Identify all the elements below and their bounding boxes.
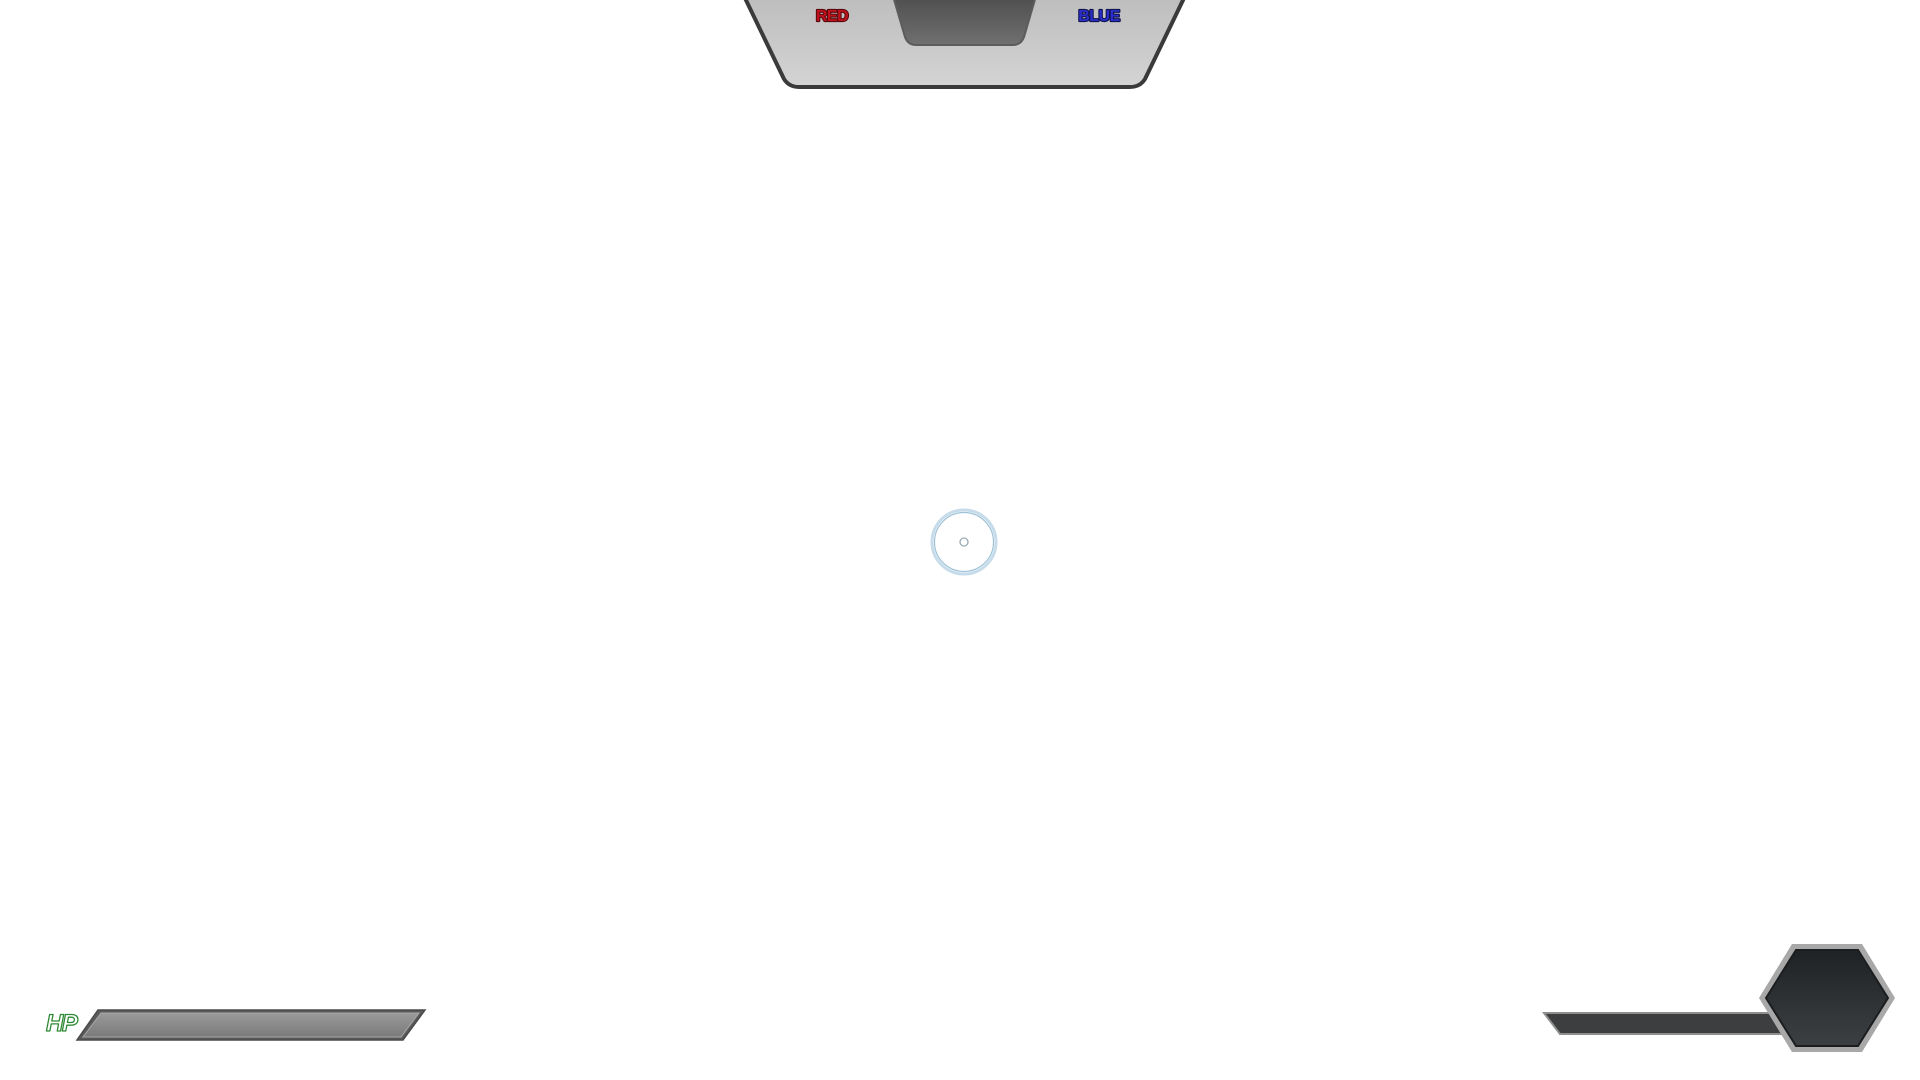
health-bar: HP [45,1009,427,1041]
red-team-label: RED [816,8,848,25]
hp-label: HP [46,1010,79,1037]
hud-overlay: RED BLUE HP [45,0,1895,1052]
scoreboard-center-slot [893,0,1036,46]
energy-bar [1541,1012,1785,1035]
team-scoreboard: RED BLUE [743,0,1186,89]
blue-team-label: BLUE [1078,8,1120,25]
game-viewport: RED BLUE HP [0,0,1920,1080]
ability-panel [1541,944,1895,1052]
hp-bar-fill [82,1012,420,1038]
crosshair-icon [930,508,998,576]
